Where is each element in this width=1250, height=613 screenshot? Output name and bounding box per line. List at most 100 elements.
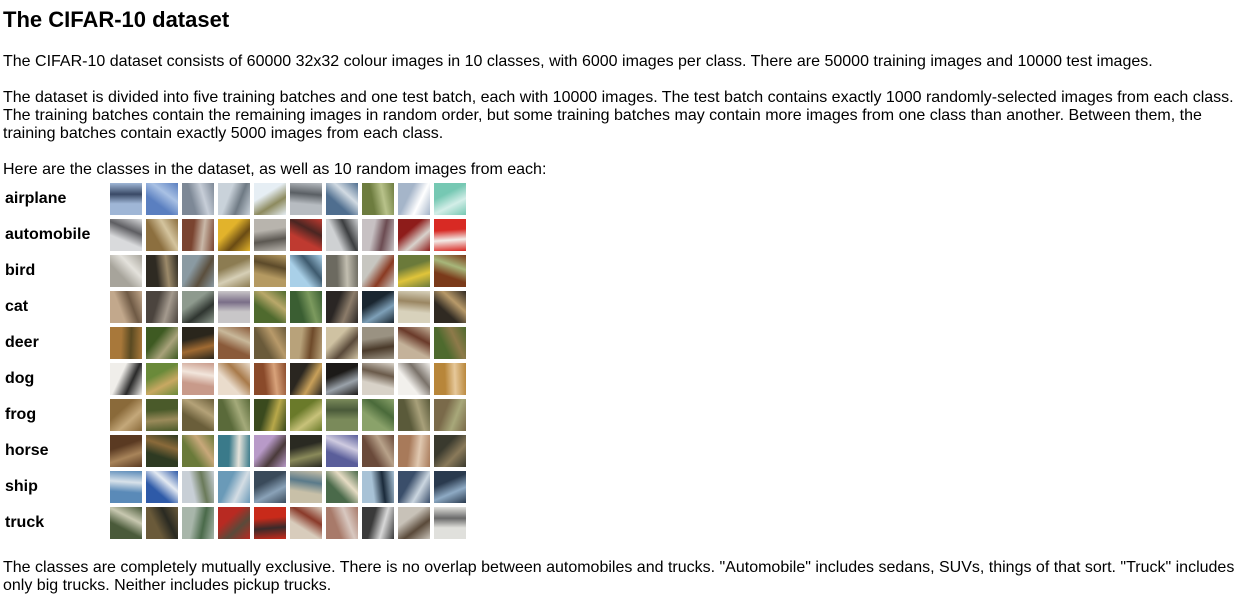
class-label-cell: ship bbox=[3, 469, 110, 505]
sample-image-cat bbox=[326, 291, 358, 323]
sample-image-bird bbox=[398, 255, 430, 287]
sample-image-horse bbox=[290, 435, 322, 467]
sample-image-dog bbox=[182, 363, 214, 395]
sample-image-horse bbox=[434, 435, 466, 467]
class-images-cell bbox=[110, 469, 466, 505]
sample-image-airplane bbox=[398, 183, 430, 215]
sample-image-horse bbox=[398, 435, 430, 467]
class-label-cell: horse bbox=[3, 433, 110, 469]
class-label-cell: truck bbox=[3, 505, 110, 541]
thumbnail-strip bbox=[110, 363, 466, 395]
sample-image-deer bbox=[182, 327, 214, 359]
sample-image-frog bbox=[110, 399, 142, 431]
class-label: ship bbox=[5, 478, 38, 495]
class-images-cell bbox=[110, 325, 466, 361]
sample-image-airplane bbox=[182, 183, 214, 215]
sample-image-ship bbox=[218, 471, 250, 503]
class-row-automobile: automobile bbox=[3, 217, 466, 253]
class-label: bird bbox=[5, 262, 36, 279]
sample-image-ship bbox=[326, 471, 358, 503]
sample-image-airplane bbox=[110, 183, 142, 215]
class-row-deer: deer bbox=[3, 325, 466, 361]
class-images-cell bbox=[110, 505, 466, 541]
sample-image-truck bbox=[398, 507, 430, 539]
sample-image-deer bbox=[254, 327, 286, 359]
sample-image-truck bbox=[218, 507, 250, 539]
sample-image-cat bbox=[362, 291, 394, 323]
class-row-bird: bird bbox=[3, 253, 466, 289]
sample-image-bird bbox=[326, 255, 358, 287]
class-label: horse bbox=[5, 442, 49, 459]
sample-image-truck bbox=[326, 507, 358, 539]
class-label-cell: automobile bbox=[3, 217, 110, 253]
class-images-cell bbox=[110, 217, 466, 253]
sample-image-ship bbox=[146, 471, 178, 503]
sample-image-ship bbox=[362, 471, 394, 503]
thumbnail-strip bbox=[110, 327, 466, 359]
page-title: The CIFAR-10 dataset bbox=[3, 7, 230, 32]
thumbnail-strip bbox=[110, 435, 466, 467]
thumbnail-strip bbox=[110, 183, 466, 215]
sample-image-bird bbox=[110, 255, 142, 287]
sample-image-deer bbox=[362, 327, 394, 359]
sample-image-frog bbox=[254, 399, 286, 431]
class-label-cell: deer bbox=[3, 325, 110, 361]
sample-image-dog bbox=[362, 363, 394, 395]
sample-image-dog bbox=[434, 363, 466, 395]
sample-image-deer bbox=[218, 327, 250, 359]
sample-image-dog bbox=[290, 363, 322, 395]
sample-image-airplane bbox=[434, 183, 466, 215]
sample-image-automobile bbox=[254, 219, 286, 251]
sample-image-horse bbox=[146, 435, 178, 467]
class-row-horse: horse bbox=[3, 433, 466, 469]
class-row-ship: ship bbox=[3, 469, 466, 505]
class-label-cell: airplane bbox=[3, 181, 110, 217]
thumbnail-strip bbox=[110, 507, 466, 539]
sample-image-airplane bbox=[290, 183, 322, 215]
sample-image-frog bbox=[146, 399, 178, 431]
sample-image-ship bbox=[398, 471, 430, 503]
sample-image-truck bbox=[110, 507, 142, 539]
sample-image-cat bbox=[254, 291, 286, 323]
classes-intro-paragraph: Here are the classes in the dataset, as … bbox=[3, 161, 547, 178]
class-row-airplane: airplane bbox=[3, 181, 466, 217]
thumbnail-strip bbox=[110, 471, 466, 503]
class-label: automobile bbox=[5, 226, 91, 243]
sample-image-dog bbox=[254, 363, 286, 395]
class-row-truck: truck bbox=[3, 505, 466, 541]
sample-image-horse bbox=[254, 435, 286, 467]
sample-image-frog bbox=[218, 399, 250, 431]
class-label: cat bbox=[5, 298, 29, 315]
sample-image-deer bbox=[326, 327, 358, 359]
thumbnail-strip bbox=[110, 255, 466, 287]
sample-image-cat bbox=[110, 291, 142, 323]
sample-image-airplane bbox=[146, 183, 178, 215]
sample-image-bird bbox=[254, 255, 286, 287]
sample-image-bird bbox=[146, 255, 178, 287]
class-label-cell: frog bbox=[3, 397, 110, 433]
exclusivity-paragraph: The classes are completely mutually excl… bbox=[3, 559, 1235, 594]
sample-image-automobile bbox=[434, 219, 466, 251]
sample-image-dog bbox=[326, 363, 358, 395]
class-label: dog bbox=[5, 370, 35, 387]
class-images-cell bbox=[110, 289, 466, 325]
sample-image-cat bbox=[218, 291, 250, 323]
sample-image-deer bbox=[434, 327, 466, 359]
sample-image-horse bbox=[182, 435, 214, 467]
sample-image-deer bbox=[110, 327, 142, 359]
thumbnail-strip bbox=[110, 399, 466, 431]
sample-image-automobile bbox=[398, 219, 430, 251]
sample-image-frog bbox=[326, 399, 358, 431]
sample-image-automobile bbox=[218, 219, 250, 251]
sample-image-frog bbox=[434, 399, 466, 431]
sample-image-truck bbox=[290, 507, 322, 539]
sample-image-truck bbox=[362, 507, 394, 539]
class-images-cell bbox=[110, 433, 466, 469]
sample-image-automobile bbox=[362, 219, 394, 251]
sample-image-bird bbox=[434, 255, 466, 287]
sample-image-horse bbox=[218, 435, 250, 467]
sample-image-automobile bbox=[326, 219, 358, 251]
sample-image-automobile bbox=[146, 219, 178, 251]
class-label: frog bbox=[5, 406, 37, 423]
sample-image-truck bbox=[254, 507, 286, 539]
